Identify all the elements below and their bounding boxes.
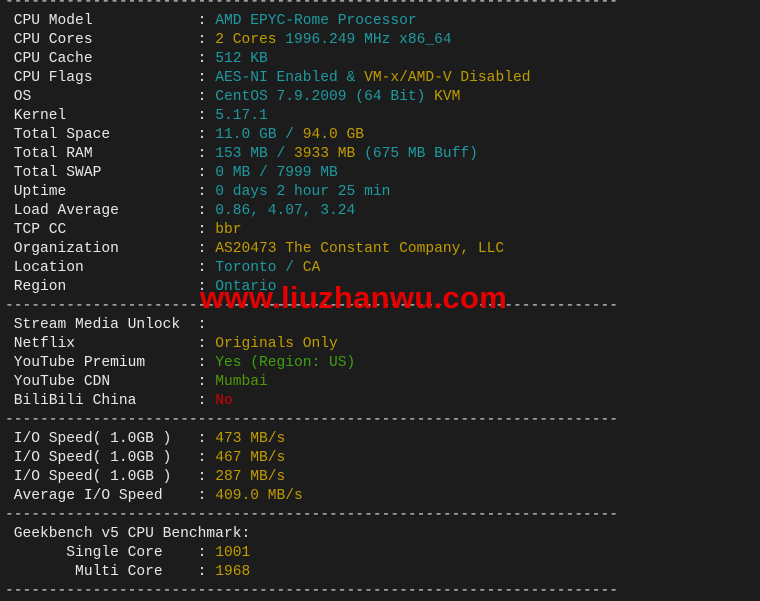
row-value: CentOS 7.9.2009 (64 Bit) xyxy=(215,89,435,105)
row-label: Total SWAP : xyxy=(5,165,216,181)
row-label: Geekbench v5 CPU Benchmark: xyxy=(5,526,251,542)
row-value: CA xyxy=(302,260,321,276)
info-row: Stream Media Unlock : xyxy=(5,316,618,335)
row-label: CPU Model : xyxy=(5,13,216,29)
info-row: YouTube CDN : Mumbai xyxy=(5,373,618,392)
info-row: OS : CentOS 7.9.2009 (64 Bit) KVM xyxy=(5,88,618,107)
info-row: CPU Cores : 2 Cores 1996.249 MHz x86_64 xyxy=(5,31,618,50)
watermark: www.liuzhanwu.com xyxy=(200,280,508,315)
row-value: AES-NI Enabled & xyxy=(215,70,365,86)
row-value: KVM xyxy=(434,89,461,105)
row-label: CPU Cache : xyxy=(5,51,216,67)
row-value: Yes (Region: US) xyxy=(215,355,356,371)
row-value: 94.0 GB xyxy=(302,127,365,143)
row-label: CPU Cores : xyxy=(5,32,216,48)
info-row: Geekbench v5 CPU Benchmark: xyxy=(5,525,618,544)
row-value: VM-x/AMD-V Disabled xyxy=(364,70,531,86)
row-value: 0 days 2 hour 25 min xyxy=(215,184,391,200)
row-label: I/O Speed( 1.0GB ) : xyxy=(5,431,216,447)
info-row: Location : Toronto / CA xyxy=(5,259,618,278)
info-row: CPU Model : AMD EPYC-Rome Processor xyxy=(5,12,618,31)
info-row: Total RAM : 153 MB / 3933 MB (675 MB Buf… xyxy=(5,145,618,164)
info-row: YouTube Premium : Yes (Region: US) xyxy=(5,354,618,373)
row-label: TCP CC : xyxy=(5,222,216,238)
row-label: BiliBili China : xyxy=(5,393,216,409)
row-value: 287 MB/s xyxy=(215,469,286,485)
row-label: Uptime : xyxy=(5,184,216,200)
row-label: Organization : xyxy=(5,241,216,257)
info-row: Organization : AS20473 The Constant Comp… xyxy=(5,240,618,259)
info-row: Average I/O Speed : 409.0 MB/s xyxy=(5,487,618,506)
row-label: YouTube Premium : xyxy=(5,355,216,371)
row-label: YouTube CDN : xyxy=(5,374,216,390)
row-label: Location : xyxy=(5,260,216,276)
info-row: Total Space : 11.0 GB / 94.0 GB xyxy=(5,126,618,145)
info-row: BiliBili China : No xyxy=(5,392,618,411)
row-value: 1996.249 MHz x86_64 xyxy=(285,32,452,48)
info-row: CPU Flags : AES-NI Enabled & VM-x/AMD-V … xyxy=(5,69,618,88)
row-label: Single Core : xyxy=(5,545,216,561)
info-row: Multi Core : 1968 xyxy=(5,563,618,582)
row-value: AS20473 The Constant Company, LLC xyxy=(215,241,505,257)
info-row: CPU Cache : 512 KB xyxy=(5,50,618,69)
info-row: Load Average : 0.86, 4.07, 3.24 xyxy=(5,202,618,221)
row-value: Toronto / xyxy=(215,260,303,276)
row-value: 0 MB / 7999 MB xyxy=(215,165,338,181)
row-value: 1968 xyxy=(215,564,251,580)
row-value: No xyxy=(215,393,233,409)
row-value: bbr xyxy=(215,222,242,238)
row-label: Region : xyxy=(5,279,216,295)
row-label: I/O Speed( 1.0GB ) : xyxy=(5,450,216,466)
row-value: 153 MB / xyxy=(215,146,295,162)
row-value: 11.0 GB / xyxy=(215,127,303,143)
row-value: Mumbai xyxy=(215,374,268,390)
row-value: 2 Cores xyxy=(215,32,286,48)
info-row: I/O Speed( 1.0GB ) : 287 MB/s xyxy=(5,468,618,487)
row-label: Total Space : xyxy=(5,127,216,143)
info-row: TCP CC : bbr xyxy=(5,221,618,240)
row-label: I/O Speed( 1.0GB ) : xyxy=(5,469,216,485)
row-label: Load Average : xyxy=(5,203,216,219)
row-label: Kernel : xyxy=(5,108,216,124)
row-label: Total RAM : xyxy=(5,146,216,162)
row-value: Originals Only xyxy=(215,336,338,352)
info-row: Single Core : 1001 xyxy=(5,544,618,563)
row-value: 3933 MB xyxy=(294,146,356,162)
separator-line: ----------------------------------------… xyxy=(5,583,619,599)
row-value: 512 KB xyxy=(215,51,268,67)
info-row: I/O Speed( 1.0GB ) : 473 MB/s xyxy=(5,430,618,449)
row-label: Multi Core : xyxy=(5,564,216,580)
row-value: 409.0 MB/s xyxy=(215,488,303,504)
row-value: 0.86, 4.07, 3.24 xyxy=(215,203,356,219)
info-row: Total SWAP : 0 MB / 7999 MB xyxy=(5,164,618,183)
info-row: Netflix : Originals Only xyxy=(5,335,618,354)
row-value: 467 MB/s xyxy=(215,450,286,466)
info-row: I/O Speed( 1.0GB ) : 467 MB/s xyxy=(5,449,618,468)
separator-line: ----------------------------------------… xyxy=(5,507,619,523)
row-value: 473 MB/s xyxy=(215,431,286,447)
info-row: Kernel : 5.17.1 xyxy=(5,107,618,126)
info-row: Uptime : 0 days 2 hour 25 min xyxy=(5,183,618,202)
separator-line: ----------------------------------------… xyxy=(5,0,619,10)
row-label: Stream Media Unlock : xyxy=(5,317,216,333)
row-label: Netflix : xyxy=(5,336,216,352)
row-value: 1001 xyxy=(215,545,251,561)
row-value: AMD EPYC-Rome Processor xyxy=(215,13,417,29)
row-label: OS : xyxy=(5,89,216,105)
row-label: Average I/O Speed : xyxy=(5,488,216,504)
row-label: CPU Flags : xyxy=(5,70,216,86)
row-value: 5.17.1 xyxy=(215,108,268,124)
row-value: (675 MB Buff) xyxy=(355,146,478,162)
separator-line: ----------------------------------------… xyxy=(5,412,619,428)
